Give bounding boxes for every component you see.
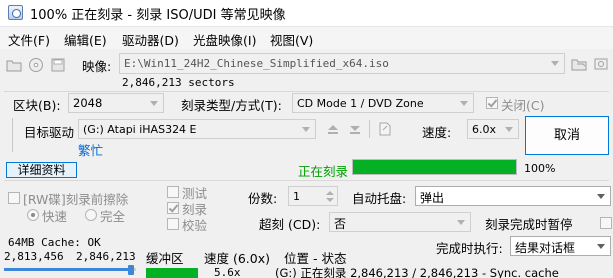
browse-folder-icon[interactable] bbox=[571, 56, 587, 72]
chevron-down-icon[interactable] bbox=[298, 120, 315, 138]
verify-checkbox[interactable] bbox=[167, 218, 179, 230]
progress-bar bbox=[352, 159, 517, 175]
menu-disc-image[interactable]: 光盘映像(I) bbox=[193, 30, 256, 49]
spinner-arrows-icon[interactable] bbox=[324, 188, 336, 204]
overburn-value: 否 bbox=[334, 217, 347, 231]
eject-icon[interactable] bbox=[325, 121, 341, 137]
block-combo[interactable]: 2048 bbox=[68, 93, 164, 113]
chevron-down-icon[interactable] bbox=[456, 94, 473, 112]
speed-value: 6.0x bbox=[472, 123, 497, 136]
overburn-combo[interactable]: 否 bbox=[329, 212, 471, 232]
chevron-down-icon[interactable] bbox=[593, 237, 610, 255]
current-speed-value: 5.6x bbox=[214, 266, 241, 278]
close-checkbox[interactable] bbox=[486, 97, 498, 109]
sectors-total: 2,846,213 bbox=[76, 250, 136, 263]
full-erase-label: 完全 bbox=[100, 209, 126, 224]
divider bbox=[4, 91, 609, 92]
title-bar: 100% 正在刻录 - 刻录 ISO/UDI 等常见映像 bbox=[0, 0, 613, 27]
on-complete-combo[interactable]: 结果对话框 bbox=[510, 236, 611, 256]
drive-value: (G:) Atapi iHAS324 E bbox=[83, 123, 197, 136]
chevron-down-icon[interactable] bbox=[547, 54, 564, 72]
image-path-value: E:\Win11_24H2_Chinese_Simplified_x64.iso bbox=[124, 57, 389, 70]
copies-label: 份数: bbox=[248, 191, 278, 206]
copies-spinner[interactable]: 1 bbox=[288, 186, 338, 206]
menu-file[interactable]: 文件(F) bbox=[8, 30, 50, 49]
rw-erase-checkbox[interactable] bbox=[8, 192, 20, 204]
cache-status: 64MB Cache: OK bbox=[8, 236, 101, 249]
pause-after-checkbox[interactable] bbox=[600, 217, 612, 229]
quick-erase-radio[interactable] bbox=[27, 209, 39, 221]
app-disc-icon bbox=[8, 5, 23, 20]
sector-progress-fill bbox=[4, 268, 131, 271]
burn-type-combo[interactable]: CD Mode 1 / DVD Zone bbox=[292, 93, 474, 113]
image-options-icon[interactable] bbox=[593, 56, 609, 72]
menu-view[interactable]: 视图(V) bbox=[270, 30, 313, 49]
disc-icon[interactable] bbox=[28, 57, 44, 73]
position-status-value: (G:) 正在刻录 2,846,213 / 2,846,213 - Sync. … bbox=[275, 266, 559, 278]
auto-eject-value: 弹出 bbox=[420, 191, 445, 205]
block-value: 2048 bbox=[73, 96, 103, 110]
close-label: 关闭(C) bbox=[501, 98, 545, 113]
progress-status-label: 正在刻录 bbox=[298, 164, 349, 179]
menu-bar: 文件(F) 编辑(E) 驱动器(D) 光盘映像(I) 视图(V) bbox=[0, 27, 613, 49]
save-image-icon[interactable] bbox=[50, 57, 66, 73]
chevron-down-icon[interactable] bbox=[501, 120, 518, 138]
on-complete-label: 完成时执行: bbox=[436, 241, 503, 256]
speed-header: 速度 (6.0x) bbox=[204, 251, 271, 266]
speed-combo[interactable]: 6.0x bbox=[467, 119, 519, 139]
block-label: 区块(B): bbox=[13, 98, 61, 113]
full-erase-radio[interactable] bbox=[85, 209, 97, 221]
drive-status: 繁忙 bbox=[78, 143, 104, 158]
window-title: 100% 正在刻录 - 刻录 ISO/UDI 等常见映像 bbox=[30, 8, 286, 23]
buffer-header: 缓冲区 bbox=[146, 251, 184, 266]
drive-info-icon[interactable] bbox=[377, 121, 393, 137]
image-sectors: 2,846,213 sectors bbox=[122, 76, 235, 89]
open-folder-icon[interactable] bbox=[6, 57, 22, 73]
test-checkbox[interactable] bbox=[167, 186, 179, 198]
drive-group-edge bbox=[12, 118, 13, 152]
burn-type-value: CD Mode 1 / DVD Zone bbox=[297, 97, 424, 110]
overburn-label: 超刻 (CD): bbox=[259, 217, 321, 232]
menu-drive[interactable]: 驱动器(D) bbox=[122, 30, 179, 49]
speed-label: 速度: bbox=[422, 125, 452, 140]
sectors-written: 2,813,456 bbox=[4, 250, 64, 263]
menu-edit[interactable]: 编辑(E) bbox=[64, 30, 107, 49]
chevron-down-icon[interactable] bbox=[453, 213, 470, 231]
image-label: 映像: bbox=[82, 59, 112, 74]
toolbar-divider bbox=[369, 120, 370, 138]
progress-percent: 100% bbox=[524, 162, 556, 175]
auto-eject-label: 自动托盘: bbox=[352, 191, 407, 206]
auto-eject-combo[interactable]: 弹出 bbox=[415, 186, 611, 206]
on-complete-value: 结果对话框 bbox=[515, 241, 576, 255]
progress-fill bbox=[353, 160, 516, 174]
burn-checkbox[interactable] bbox=[167, 202, 179, 214]
burn-type-label: 刻录类型/方式(T): bbox=[181, 98, 282, 113]
sector-progress-thumb[interactable] bbox=[128, 265, 134, 275]
cancel-button[interactable]: 取消 bbox=[525, 116, 609, 155]
cancel-button-label: 取消 bbox=[553, 128, 580, 143]
details-button-label: 详细资料 bbox=[17, 163, 66, 177]
drive-combo[interactable]: (G:) Atapi iHAS324 E bbox=[78, 119, 316, 139]
copies-value: 1 bbox=[293, 190, 300, 203]
chevron-down-icon[interactable] bbox=[593, 187, 610, 205]
quick-erase-label: 快速 bbox=[42, 209, 68, 224]
image-path-combo[interactable]: E:\Win11_24H2_Chinese_Simplified_x64.iso bbox=[119, 53, 565, 74]
load-tray-icon[interactable] bbox=[347, 121, 363, 137]
pause-after-label: 刻录完成时暂停 bbox=[485, 217, 573, 232]
divider bbox=[4, 180, 609, 181]
drive-label: 目标驱动 bbox=[24, 125, 75, 140]
chevron-down-icon[interactable] bbox=[146, 94, 163, 112]
details-button[interactable]: 详细资料 bbox=[6, 162, 77, 178]
verify-label: 校验 bbox=[182, 218, 208, 233]
app-window: 100% 正在刻录 - 刻录 ISO/UDI 等常见映像 文件(F) 编辑(E)… bbox=[0, 0, 613, 278]
buffer-level-bar bbox=[146, 268, 198, 278]
